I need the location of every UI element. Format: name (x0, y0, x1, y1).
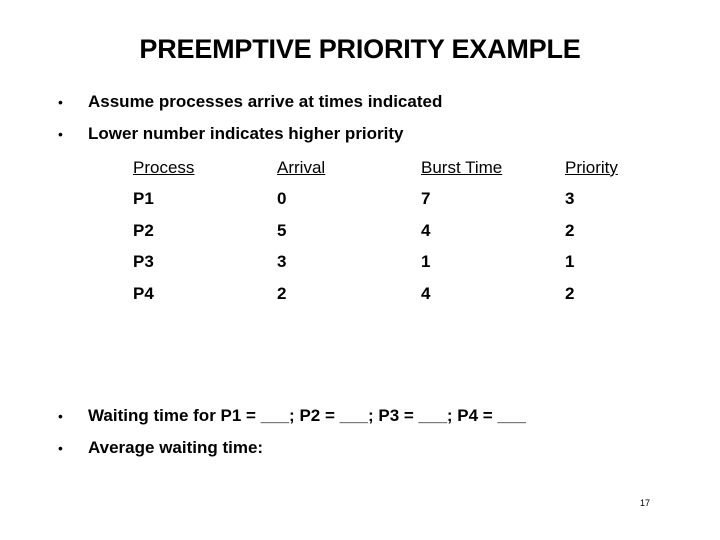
table-header-row: Process Arrival Burst Time Priority (133, 152, 665, 184)
bullet-marker: • (58, 126, 63, 142)
bullet-text: Lower number indicates higher priority (88, 124, 404, 143)
process-table: Process Arrival Burst Time Priority P1 0… (133, 152, 665, 310)
bullet-text: Assume processes arrive at times indicat… (88, 92, 443, 111)
cell-process: P1 (133, 189, 154, 209)
table-row: P4 2 4 2 (133, 278, 665, 310)
cell-priority: 1 (565, 252, 575, 272)
bullet-item: • Assume processes arrive at times indica… (58, 92, 442, 112)
cell-process: P3 (133, 252, 154, 272)
header-arrival: Arrival (277, 157, 326, 177)
bullet-item: • Average waiting time: (58, 438, 263, 458)
cell-priority: 2 (565, 283, 575, 303)
slide-title: PREEMPTIVE PRIORITY EXAMPLE (139, 34, 581, 64)
bullet-marker: • (58, 94, 63, 110)
cell-burst-time: 4 (421, 220, 431, 240)
page-number: 17 (640, 498, 651, 508)
cell-burst-time: 4 (421, 283, 431, 303)
cell-burst-time: 7 (421, 189, 431, 209)
bullet-item: • Waiting time for P1 = ___; P2 = ___; P3… (58, 406, 526, 426)
header-priority: Priority (565, 157, 618, 177)
header-process: Process (133, 157, 195, 177)
cell-arrival: 3 (277, 252, 287, 272)
cell-process: P4 (133, 283, 154, 303)
cell-arrival: 5 (277, 220, 287, 240)
cell-arrival: 2 (277, 283, 287, 303)
bullet-text: Average waiting time: (88, 438, 264, 457)
header-burst-time: Burst Time (421, 157, 503, 177)
cell-burst-time: 1 (421, 252, 431, 272)
bullet-item: • Lower number indicates higher priority (58, 124, 404, 144)
table-row: P3 3 1 1 (133, 247, 665, 279)
table-row: P2 5 4 2 (133, 215, 665, 247)
cell-process: P2 (133, 220, 154, 240)
table-row: P1 0 7 3 (133, 184, 665, 216)
cell-priority: 2 (565, 220, 575, 240)
bullet-marker: • (58, 440, 63, 456)
bullet-marker: • (58, 408, 63, 424)
cell-arrival: 0 (277, 189, 287, 209)
bullet-text: Waiting time for P1 = ___; P2 = ___; P3 … (88, 406, 526, 425)
cell-priority: 3 (565, 189, 575, 209)
